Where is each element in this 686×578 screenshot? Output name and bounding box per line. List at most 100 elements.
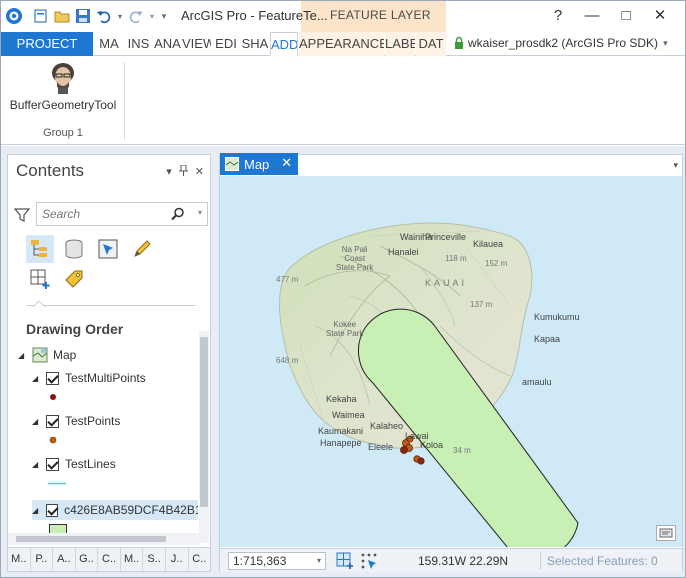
bottom-tab[interactable]: A..	[53, 548, 76, 571]
map-tree-node[interactable]: ◢ Map	[18, 345, 76, 365]
layer-row-testmultipoints[interactable]: ◢ TestMultiPoints	[32, 368, 146, 388]
layer-row-buffer-graphics[interactable]: ◢ c426E8AB59DCF4B42B11E	[32, 500, 198, 520]
list-by-labeling-icon[interactable]	[60, 265, 88, 293]
vertical-scroll-thumb[interactable]	[200, 337, 208, 507]
tab-project[interactable]: PROJECT	[1, 32, 93, 56]
new-project-icon[interactable]	[32, 7, 50, 25]
bottom-tab[interactable]: G..	[76, 548, 99, 571]
save-project-icon[interactable]	[74, 7, 92, 25]
map-canvas[interactable]: Wainiha Princeville Kilauea Hanalei Kumu…	[220, 176, 682, 547]
developer-avatar-icon	[52, 63, 74, 94]
map-icon	[225, 157, 239, 171]
bottom-tab[interactable]: J..	[166, 548, 189, 571]
layer-visibility-checkbox[interactable]	[46, 457, 59, 471]
layer-visibility-checkbox[interactable]	[46, 371, 59, 385]
minimize-button[interactable]: —	[575, 5, 609, 27]
park-label: Na Pali Coast State Park	[336, 245, 374, 272]
customize-toolbar-icon[interactable]: ▾	[159, 7, 169, 25]
context-band-label: FEATURE LAYER	[330, 8, 431, 22]
contents-search-box[interactable]: ▾	[36, 202, 208, 226]
layer-visibility-checkbox[interactable]	[45, 503, 59, 517]
collapse-icon[interactable]: ◢	[18, 351, 28, 360]
layer-visibility-checkbox[interactable]	[46, 414, 59, 428]
place-label: Princeville	[425, 232, 467, 242]
map-node-label: Map	[53, 348, 77, 362]
place-label: Kalaheo	[370, 421, 404, 431]
collapse-icon[interactable]: ◢	[32, 506, 42, 515]
contents-search-input[interactable]	[37, 203, 167, 225]
tab-analysis[interactable]: ANA	[154, 32, 181, 56]
pane-options-icon[interactable]: ▾	[166, 165, 172, 179]
selected-features-count[interactable]: Selected Features: 0	[540, 552, 658, 570]
restore-button[interactable]: □	[609, 5, 643, 27]
collapse-icon[interactable]: ◢	[32, 460, 42, 469]
tab-labeling[interactable]: LABE	[385, 32, 415, 56]
tab-view[interactable]: VIEW	[182, 32, 211, 56]
elevation-label: 34 m	[453, 446, 471, 455]
open-project-icon[interactable]	[53, 7, 71, 25]
collapse-icon[interactable]: ◢	[32, 374, 42, 383]
tab-insert[interactable]: INS	[124, 32, 153, 56]
tab-data[interactable]: DAT	[416, 32, 446, 56]
search-icon[interactable]	[171, 207, 185, 224]
snapping-grid-icon[interactable]	[360, 552, 378, 570]
bottom-tab[interactable]: M..	[121, 548, 144, 571]
bottom-tab[interactable]: M..	[8, 548, 31, 571]
fixed-zoom-icon[interactable]	[336, 552, 354, 570]
close-pane-icon[interactable]: ✕	[195, 165, 204, 179]
arcgis-pro-logo-icon[interactable]	[5, 7, 23, 25]
place-label: Eleele	[368, 442, 394, 452]
bottom-tab[interactable]: C..	[189, 548, 211, 571]
tab-map[interactable]: MA	[95, 32, 123, 56]
list-by-drawing-order-icon[interactable]	[26, 235, 54, 263]
place-label: Koloa	[420, 440, 444, 450]
user-dropdown-icon[interactable]: ▾	[663, 38, 668, 49]
list-by-selection-icon[interactable]	[94, 235, 122, 263]
redo-icon[interactable]	[127, 7, 145, 25]
window-controls: ? — □ ✕	[541, 5, 677, 27]
undo-dropdown-icon[interactable]: ▾	[116, 7, 124, 25]
bottom-tab[interactable]: C..	[98, 548, 121, 571]
map-view-tab[interactable]: Map ✕	[220, 153, 298, 175]
contents-vertical-scrollbar[interactable]	[199, 331, 209, 543]
filter-icon[interactable]	[13, 207, 31, 226]
bottom-tab[interactable]: P..	[31, 548, 54, 571]
pane-bottom-tabs: M.. P.. A.. G.. C.. M.. S.. J.. C..	[8, 547, 210, 571]
help-button[interactable]: ?	[541, 5, 575, 27]
elevation-label: 648 m	[276, 356, 299, 365]
contents-horizontal-scrollbar[interactable]	[8, 533, 200, 545]
tab-add-in[interactable]: ADD	[270, 32, 298, 56]
bottom-tab[interactable]: S..	[143, 548, 166, 571]
island-label: KAUAI	[425, 278, 468, 288]
place-label: Kaumakani	[318, 426, 364, 436]
search-options-icon[interactable]: ▾	[198, 208, 202, 217]
scale-dropdown-icon[interactable]: ▾	[317, 553, 321, 569]
close-button[interactable]: ✕	[643, 5, 677, 27]
undo-icon[interactable]	[95, 7, 113, 25]
list-by-source-icon[interactable]	[60, 235, 88, 263]
map-overview-icon[interactable]	[656, 525, 676, 541]
close-map-tab-icon[interactable]: ✕	[281, 155, 292, 171]
buffer-geometry-tool-button[interactable]: BufferGeometryTool	[6, 60, 120, 112]
list-by-editing-icon[interactable]	[128, 235, 156, 263]
tab-appearance[interactable]: APPEARANCE	[299, 32, 384, 56]
list-by-snapping-icon[interactable]	[26, 265, 54, 293]
map-tab-label: Map	[244, 156, 270, 172]
layer-row-testpoints[interactable]: ◢ TestPoints	[32, 411, 120, 431]
redo-dropdown-icon[interactable]: ▾	[148, 7, 156, 25]
tab-edit[interactable]: EDI	[212, 32, 240, 56]
user-account[interactable]: wkaiser_prosdk2 (ArcGIS Pro SDK) ▾	[454, 36, 668, 50]
tab-share[interactable]: SHA	[241, 32, 269, 56]
multipoint-symbol-icon	[50, 394, 56, 400]
ribbon-group-separator	[124, 62, 125, 140]
map-view-menu-icon[interactable]: ▾	[673, 160, 678, 171]
window-title: ArcGIS Pro - FeatureTe...	[181, 8, 328, 23]
arcgis-pro-window: FEATURE LAYER ▾ ▾ ▾ ArcGIS Pro - Feature…	[0, 0, 686, 578]
collapse-icon[interactable]: ◢	[32, 417, 42, 426]
ribbon-tabs: PROJECT MA INS ANA VIEW EDI SHA ADD APPE…	[1, 32, 685, 56]
map-scale-selector[interactable]: 1:715,363 ▾	[228, 552, 326, 570]
horizontal-scroll-thumb[interactable]	[16, 536, 166, 542]
pin-icon[interactable]	[178, 164, 188, 179]
layer-row-testlines[interactable]: ◢ TestLines	[32, 454, 116, 474]
place-label: Kumukumu	[534, 312, 580, 322]
